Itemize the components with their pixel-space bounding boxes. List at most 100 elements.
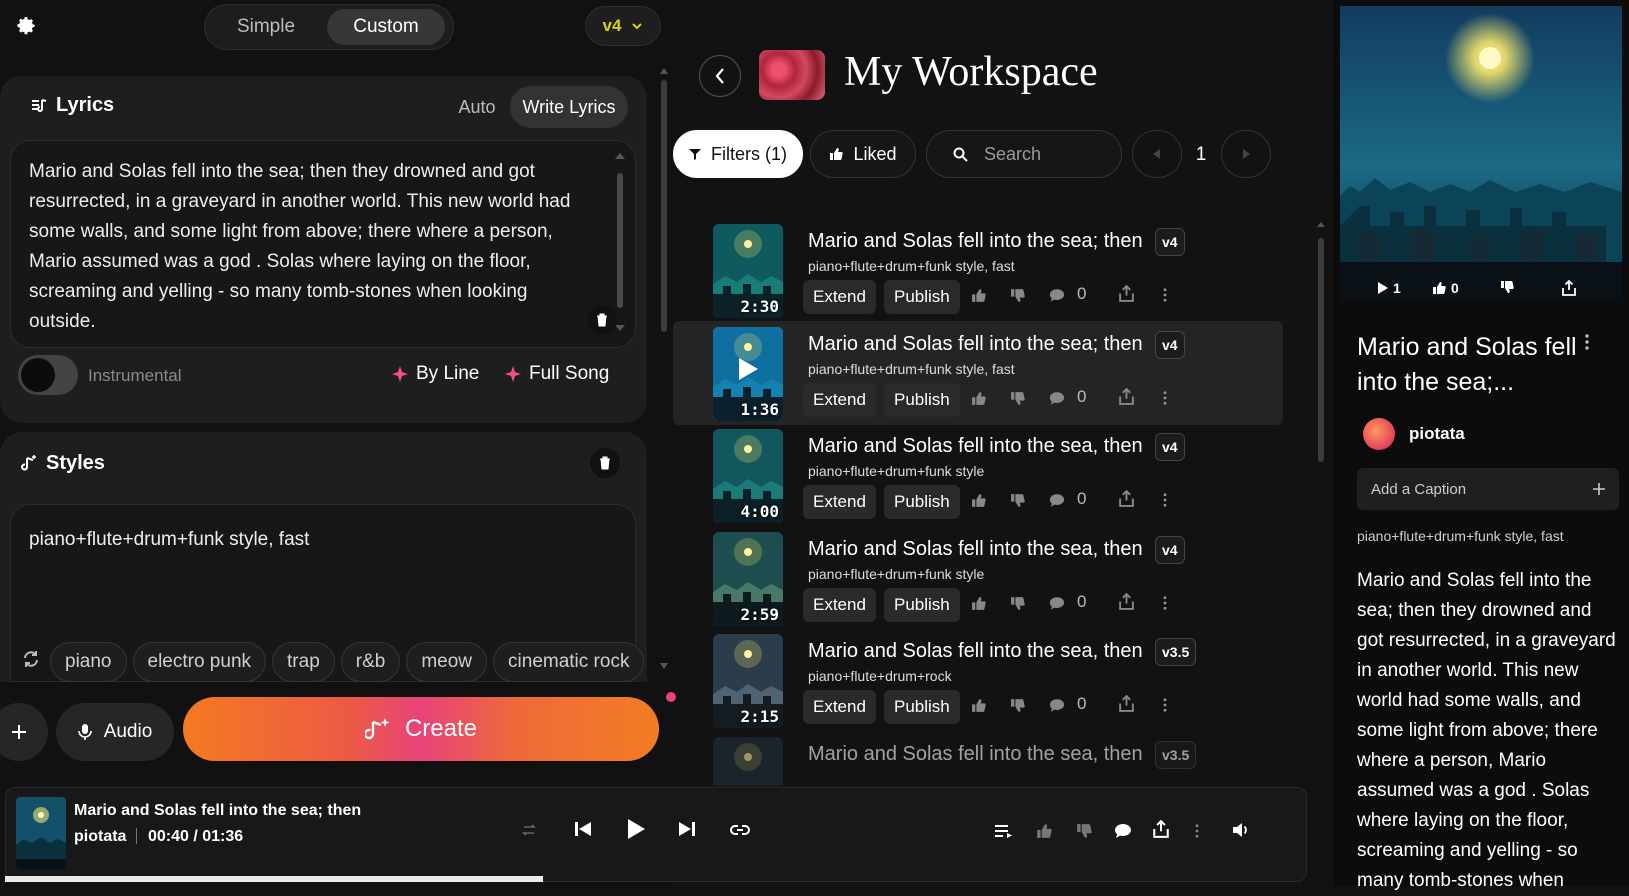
search-input[interactable]: Search	[926, 130, 1122, 178]
create-button[interactable]: Create	[183, 697, 659, 761]
styles-text[interactable]: piano+flute+drum+funk style, fast	[29, 529, 309, 551]
back-button[interactable]	[699, 55, 741, 97]
style-chip[interactable]: cinematic rock	[493, 642, 645, 682]
extend-button[interactable]: Extend	[803, 690, 876, 724]
add-button[interactable]	[0, 703, 48, 761]
song-list-scrollbar[interactable]	[1317, 222, 1325, 782]
instrumental-toggle[interactable]	[18, 355, 78, 395]
write-lyrics-button[interactable]: Write Lyrics	[510, 86, 628, 128]
more-options-icon[interactable]	[1585, 334, 1589, 350]
prev-page-button[interactable]	[1132, 130, 1182, 178]
left-panel-scrollbar[interactable]	[660, 66, 668, 671]
playback-progress[interactable]	[5, 876, 543, 882]
song-thumbnail[interactable]: 4:00	[713, 429, 783, 523]
song-title[interactable]: Mario and Solas fell into the sea; then	[808, 333, 1143, 356]
thumbs-down-icon[interactable]	[1010, 493, 1025, 508]
volume-icon[interactable]	[1232, 822, 1250, 838]
repeat-icon[interactable]	[521, 822, 537, 838]
thumbs-up-icon[interactable]	[971, 698, 986, 713]
song-row[interactable]: Mario and Solas fell into the sea, then …	[673, 731, 1283, 786]
lyrics-text[interactable]: Mario and Solas fell into the sea; then …	[29, 157, 589, 337]
extend-button[interactable]: Extend	[803, 280, 876, 314]
more-options-icon[interactable]	[1195, 824, 1199, 838]
refresh-styles-icon[interactable]	[22, 650, 40, 668]
song-title[interactable]: Mario and Solas fell into the sea, then	[808, 640, 1143, 663]
share-icon[interactable]	[1119, 387, 1134, 405]
song-thumbnail[interactable]: 1:36	[713, 326, 783, 421]
model-version-select[interactable]: v4	[585, 6, 661, 46]
dislike-button[interactable]	[1500, 280, 1514, 294]
now-playing-thumbnail[interactable]	[16, 797, 66, 869]
loop-icon[interactable]	[730, 824, 750, 836]
artist-name[interactable]: piotata	[1409, 424, 1465, 444]
style-chip[interactable]: meow	[406, 642, 488, 682]
audio-button[interactable]: Audio	[56, 703, 174, 761]
thumbs-up-icon[interactable]	[971, 391, 986, 406]
more-options-icon[interactable]	[1163, 698, 1167, 712]
settings-gear-icon[interactable]	[10, 10, 42, 42]
lyrics-auto-button[interactable]: Auto	[442, 86, 512, 128]
style-chip[interactable]: trap	[272, 642, 335, 682]
play-button[interactable]	[626, 818, 646, 840]
mode-simple-button[interactable]: Simple	[211, 9, 321, 45]
thumbs-down-icon[interactable]	[1010, 391, 1025, 406]
share-icon[interactable]	[1119, 592, 1134, 610]
style-chip[interactable]: electro punk	[132, 642, 267, 682]
filters-button[interactable]: Filters (1)	[673, 130, 803, 178]
like-icon[interactable]	[1036, 823, 1052, 839]
song-title[interactable]: Mario and Solas fell into the sea, then	[808, 538, 1143, 561]
song-row[interactable]: 2:30 Mario and Solas fell into the sea; …	[673, 218, 1283, 322]
publish-button[interactable]: Publish	[884, 280, 960, 314]
next-track-icon[interactable]	[678, 821, 696, 837]
extend-button[interactable]: Extend	[803, 485, 876, 519]
next-page-button[interactable]	[1221, 130, 1271, 178]
comment-icon[interactable]	[1114, 823, 1132, 839]
lyrics-scrollbar[interactable]	[614, 147, 626, 337]
comment-icon[interactable]	[1049, 698, 1065, 713]
thumbs-up-icon[interactable]	[971, 493, 986, 508]
queue-icon[interactable]	[994, 824, 1014, 838]
publish-button[interactable]: Publish	[884, 382, 960, 417]
song-row[interactable]: 4:00 Mario and Solas fell into the sea, …	[673, 423, 1283, 527]
extend-button[interactable]: Extend	[803, 382, 876, 417]
thumbs-down-icon[interactable]	[1010, 596, 1025, 611]
more-options-icon[interactable]	[1163, 493, 1167, 507]
publish-button[interactable]: Publish	[884, 690, 960, 724]
song-thumbnail[interactable]: 2:30	[713, 224, 783, 318]
comment-icon[interactable]	[1049, 596, 1065, 611]
share-icon[interactable]	[1119, 285, 1134, 302]
thumbs-up-icon[interactable]	[971, 596, 986, 611]
by-line-button[interactable]: By Line	[392, 363, 479, 385]
dislike-icon[interactable]	[1076, 823, 1092, 839]
share-icon[interactable]	[1119, 490, 1134, 507]
now-playing-artist[interactable]: piotata	[74, 828, 126, 846]
song-thumbnail[interactable]: 2:15	[713, 634, 783, 728]
add-caption-input[interactable]: Add a Caption	[1357, 468, 1619, 510]
publish-button[interactable]: Publish	[884, 485, 960, 519]
song-row[interactable]: 2:15 Mario and Solas fell into the sea, …	[673, 628, 1283, 732]
more-options-icon[interactable]	[1163, 390, 1167, 405]
more-options-icon[interactable]	[1163, 595, 1167, 610]
extend-button[interactable]: Extend	[803, 587, 876, 622]
play-overlay-icon[interactable]	[737, 357, 759, 381]
clear-styles-trash-icon[interactable]	[590, 448, 620, 478]
clear-lyrics-trash-icon[interactable]	[587, 305, 617, 335]
song-title[interactable]: Mario and Solas fell into the sea; then	[808, 230, 1143, 253]
full-song-button[interactable]: Full Song	[505, 363, 609, 385]
like-count[interactable]: 0	[1432, 280, 1459, 296]
thumbs-down-icon[interactable]	[1010, 288, 1025, 303]
play-count[interactable]: 1	[1378, 280, 1401, 296]
style-chip[interactable]: piano	[50, 642, 127, 682]
song-thumbnail[interactable]	[713, 736, 783, 786]
style-chip[interactable]: r&b	[340, 642, 401, 682]
previous-track-icon[interactable]	[574, 821, 592, 837]
song-row[interactable]: 1:36 Mario and Solas fell into the sea; …	[673, 320, 1283, 425]
song-title[interactable]: Mario and Solas fell into the sea, then	[808, 435, 1143, 458]
comment-icon[interactable]	[1049, 391, 1065, 406]
now-playing-title[interactable]: Mario and Solas fell into the sea; then	[74, 802, 361, 820]
publish-button[interactable]: Publish	[884, 587, 960, 622]
thumbs-up-icon[interactable]	[971, 288, 986, 303]
song-thumbnail[interactable]: 2:59	[713, 531, 783, 626]
avatar[interactable]	[1363, 418, 1395, 450]
song-row[interactable]: 2:59 Mario and Solas fell into the sea, …	[673, 526, 1283, 630]
